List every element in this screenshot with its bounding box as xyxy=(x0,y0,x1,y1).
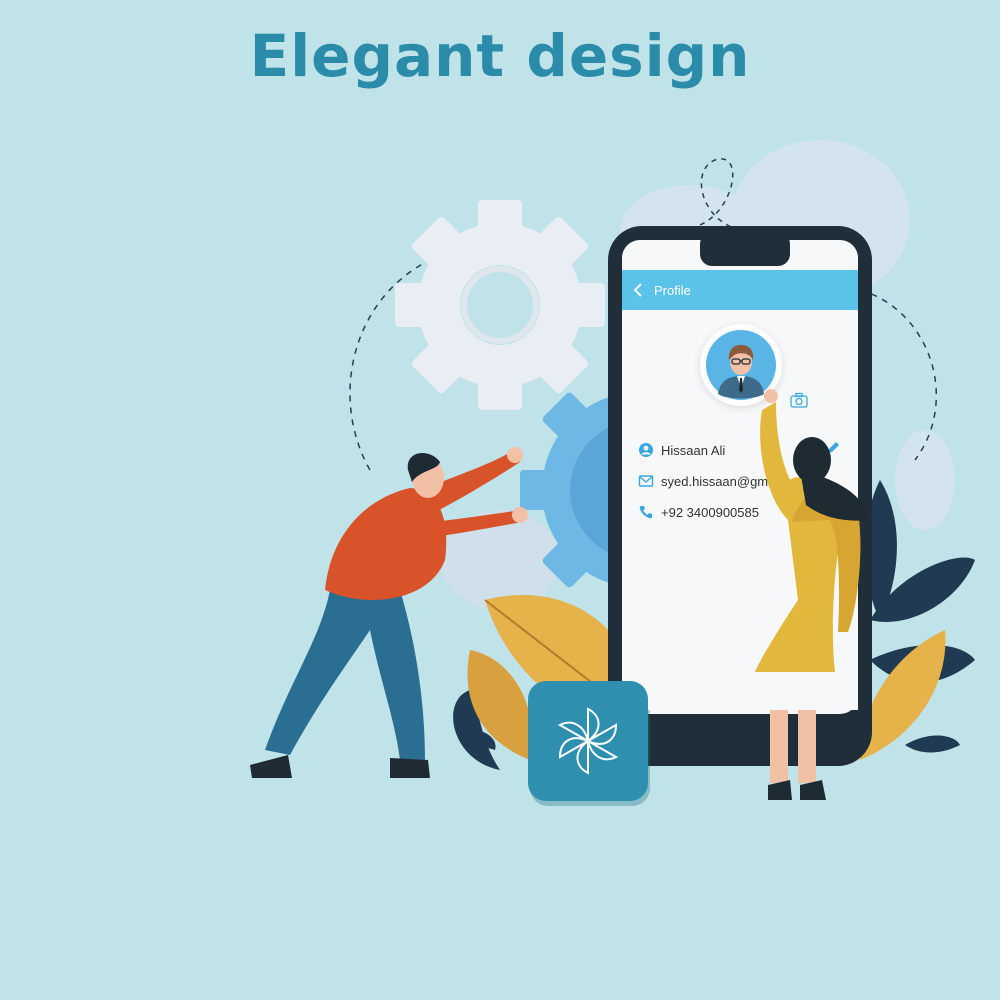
back-button[interactable] xyxy=(622,270,654,310)
edit-profile-button[interactable] xyxy=(825,440,841,456)
pencil-icon xyxy=(828,442,839,453)
phone-value: +92 3400900585 xyxy=(661,504,759,520)
name-row[interactable]: Hissaan Ali xyxy=(638,440,725,460)
profile-screen: Profile Hissaan Ali syed.hissaan@gmail.c… xyxy=(622,270,858,710)
gear-white-icon xyxy=(395,200,605,410)
phone-row[interactable]: +92 3400900585 xyxy=(638,502,759,522)
bg-blob-right xyxy=(895,430,955,530)
name-value: Hissaan Ali xyxy=(661,442,726,458)
pinwheel-logo-icon xyxy=(557,707,619,775)
person-icon xyxy=(638,442,654,458)
envelope-icon xyxy=(638,473,654,489)
phone-notch xyxy=(700,232,790,266)
email-row[interactable]: syed.hissaan@gmail.com xyxy=(638,471,809,491)
profile-avatar[interactable] xyxy=(700,324,782,406)
app-bar: Profile xyxy=(622,270,858,310)
chevron-left-icon xyxy=(633,283,642,297)
camera-icon xyxy=(790,392,808,408)
appbar-title: Profile xyxy=(654,282,691,298)
businessman-avatar-icon xyxy=(706,330,776,400)
email-value: syed.hissaan@gmail.com xyxy=(661,473,810,489)
phone-icon xyxy=(638,504,654,520)
change-photo-button[interactable] xyxy=(790,392,808,408)
app-logo xyxy=(528,681,648,801)
